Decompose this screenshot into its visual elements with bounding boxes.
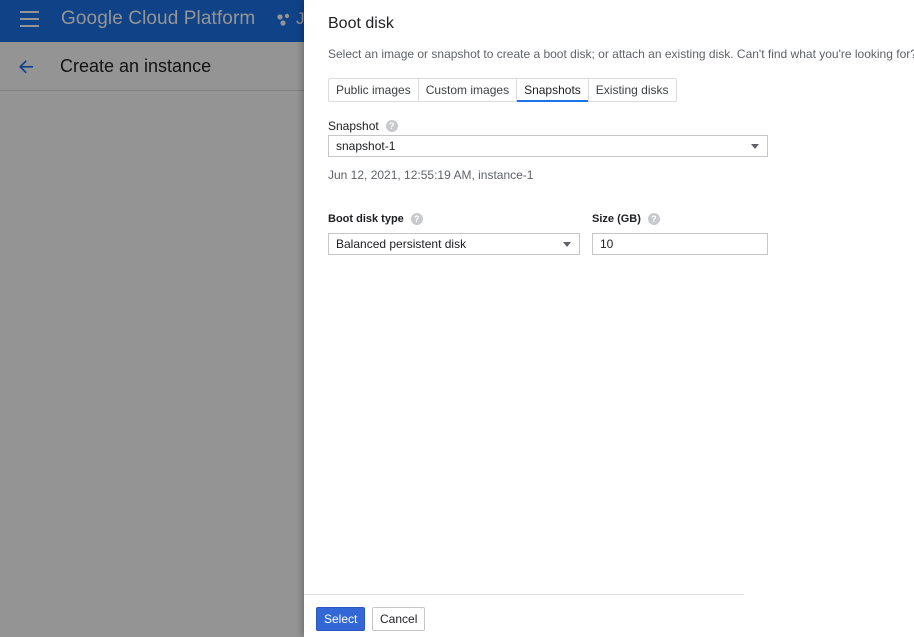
tab-public-images[interactable]: Public images: [329, 79, 419, 101]
snapshot-label: Snapshot ?: [328, 119, 398, 133]
tab-custom-images[interactable]: Custom images: [419, 79, 518, 101]
footer-divider: [304, 594, 744, 595]
panel-description: Select an image or snapshot to create a …: [328, 47, 914, 61]
snapshot-select[interactable]: snapshot-1: [328, 135, 768, 157]
source-tabs: Public images Custom images Snapshots Ex…: [328, 78, 677, 102]
snapshot-info: Jun 12, 2021, 12:55:19 AM, instance-1: [328, 168, 534, 182]
boot-disk-panel: Boot disk Select an image or snapshot to…: [304, 0, 914, 637]
size-label-text: Size (GB): [592, 213, 641, 225]
dropdown-caret-icon: [563, 242, 571, 247]
select-button[interactable]: Select: [316, 607, 366, 631]
help-icon[interactable]: ?: [410, 213, 423, 225]
help-icon[interactable]: ?: [647, 213, 660, 225]
boot-disk-type-label-text: Boot disk type: [328, 213, 404, 225]
cancel-button[interactable]: Cancel: [372, 607, 426, 631]
boot-disk-type-select[interactable]: Balanced persistent disk: [328, 233, 580, 255]
panel-title: Boot disk: [328, 15, 394, 32]
help-icon[interactable]: ?: [385, 120, 398, 132]
dropdown-caret-icon: [751, 144, 759, 149]
tab-snapshots[interactable]: Snapshots: [517, 79, 589, 102]
boot-disk-type-value: Balanced persistent disk: [336, 237, 467, 251]
snapshot-label-text: Snapshot: [328, 119, 379, 133]
boot-disk-type-label: Boot disk type ?: [328, 213, 423, 225]
size-input[interactable]: [592, 233, 768, 255]
tab-existing-disks[interactable]: Existing disks: [589, 79, 676, 101]
size-label: Size (GB) ?: [592, 213, 660, 225]
snapshot-select-value: snapshot-1: [336, 139, 396, 153]
